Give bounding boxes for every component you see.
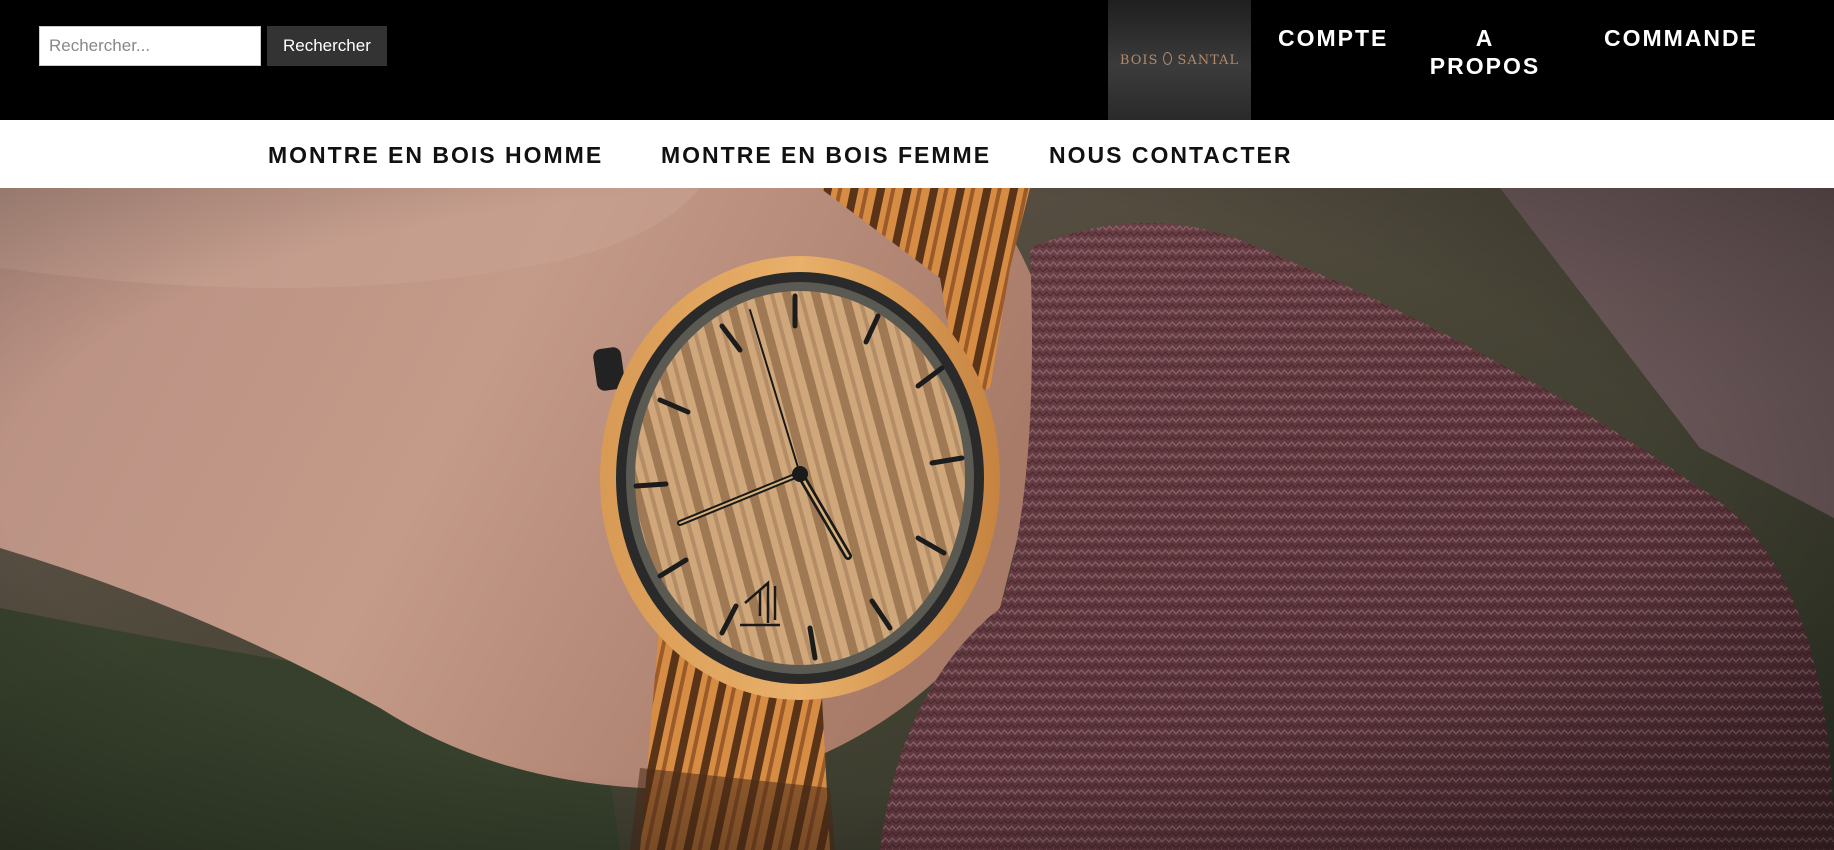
logo-wordmark: BOIS SANTAL (1120, 52, 1239, 68)
logo-text-left: BOIS (1119, 53, 1159, 68)
nav-montre-bois-homme[interactable]: MONTRE EN BOIS HOMME (268, 142, 603, 169)
search-form: Rechercher (39, 26, 387, 66)
main-nav: MONTRE EN BOIS HOMME MONTRE EN BOIS FEMM… (0, 120, 1834, 188)
nav-compte[interactable]: COMPTE (1278, 24, 1388, 52)
nav-montre-bois-femme[interactable]: MONTRE EN BOIS FEMME (661, 142, 991, 169)
nav-a-propos-line1: A (1475, 25, 1495, 51)
hero-banner (0, 188, 1834, 850)
nav-a-propos-line2: PROPOS (1429, 53, 1541, 79)
nav-commande[interactable]: COMMANDE (1604, 24, 1758, 52)
logo-text-right: SANTAL (1177, 53, 1240, 68)
search-input[interactable] (39, 26, 261, 66)
nav-nous-contacter[interactable]: NOUS CONTACTER (1049, 142, 1293, 169)
hero-watch-image (0, 188, 1834, 850)
search-button[interactable]: Rechercher (267, 26, 387, 66)
nav-a-propos[interactable]: A PROPOS (1420, 24, 1550, 80)
bois-santal-logo[interactable]: BOIS SANTAL (1108, 0, 1251, 120)
top-bar: Rechercher BOIS SANTAL COMPTE APROPOS COM… (0, 0, 1834, 120)
logo-emblem-icon (1163, 52, 1173, 65)
